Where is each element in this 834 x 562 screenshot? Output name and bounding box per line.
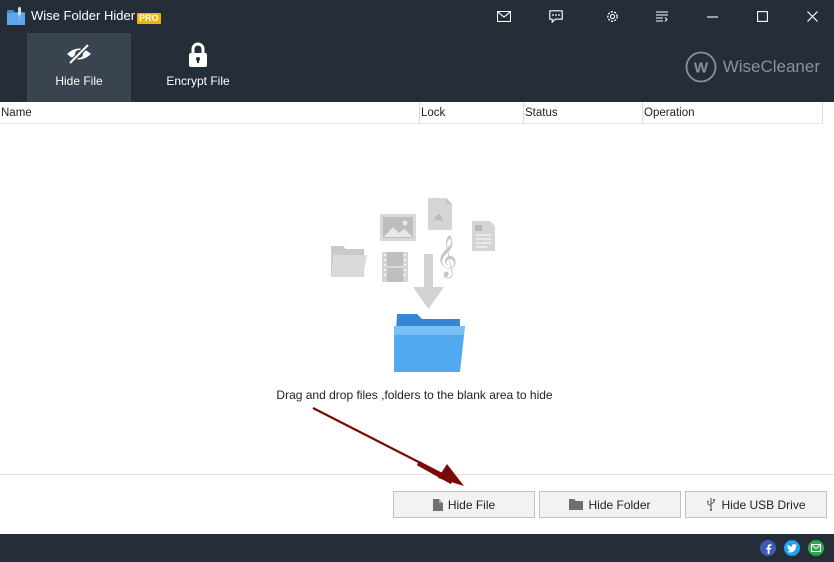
mail-button[interactable] bbox=[486, 0, 522, 33]
pdf-icon bbox=[428, 198, 452, 230]
brand-name: WiseCleaner bbox=[722, 57, 820, 76]
footer-bar bbox=[0, 534, 834, 562]
brand-logo: W WiseCleaner bbox=[685, 51, 820, 83]
svg-text:𝄞: 𝄞 bbox=[436, 235, 457, 278]
film-icon bbox=[382, 252, 408, 282]
facebook-icon[interactable] bbox=[760, 540, 776, 556]
brand-logo-letter: W bbox=[694, 60, 709, 77]
email-icon[interactable] bbox=[808, 540, 824, 556]
column-status[interactable]: Status bbox=[524, 102, 643, 124]
folder-small-icon bbox=[569, 499, 584, 510]
app-logo-icon bbox=[5, 5, 27, 27]
music-note-icon: 𝄞 bbox=[436, 235, 457, 278]
minimize-icon bbox=[706, 16, 718, 18]
column-name[interactable]: Name bbox=[0, 102, 420, 124]
mail-icon bbox=[497, 11, 511, 22]
app-title: Wise Folder Hider bbox=[31, 8, 136, 23]
pro-badge: PRO bbox=[137, 13, 161, 24]
document-icon bbox=[472, 221, 495, 251]
tab-encrypt-file-label: Encrypt File bbox=[166, 74, 230, 88]
wisecleaner-logo-icon: W bbox=[685, 51, 717, 83]
header-scroll-corner bbox=[822, 102, 834, 124]
drop-area[interactable]: 𝄞 Drag and drop files ,folders to the bl… bbox=[0, 124, 834, 474]
eye-slash-icon bbox=[67, 43, 91, 65]
settings-button[interactable] bbox=[594, 0, 630, 33]
file-icon bbox=[432, 498, 443, 511]
settings-icon bbox=[606, 11, 618, 22]
drop-illustration: 𝄞 bbox=[331, 198, 495, 372]
feedback-icon bbox=[549, 10, 563, 23]
maximize-icon bbox=[756, 11, 768, 22]
lock-icon bbox=[189, 42, 207, 67]
tab-hide-file-label: Hide File bbox=[55, 74, 103, 88]
tab-encrypt-file[interactable]: Encrypt File bbox=[146, 33, 250, 102]
hide-file-button-label: Hide File bbox=[447, 497, 496, 512]
image-icon bbox=[380, 214, 416, 241]
hide-folder-button[interactable]: Hide Folder bbox=[539, 491, 681, 518]
hide-file-button[interactable]: Hide File bbox=[393, 491, 535, 518]
hide-usb-drive-button[interactable]: Hide USB Drive bbox=[685, 491, 827, 518]
hide-usb-drive-button-label: Hide USB Drive bbox=[721, 497, 806, 512]
close-icon bbox=[806, 11, 818, 22]
tab-hide-file[interactable]: Hide File bbox=[27, 33, 131, 102]
usb-icon bbox=[706, 498, 716, 511]
drop-hint-text: Drag and drop files ,folders to the blan… bbox=[276, 388, 553, 402]
blue-folder-icon bbox=[394, 314, 465, 372]
twitter-icon[interactable] bbox=[784, 540, 800, 556]
action-bar: Hide File Hide Folder Hide USB Drive bbox=[0, 474, 834, 534]
main-toolbar: Hide File Encrypt File W WiseCleaner bbox=[0, 33, 834, 102]
title-bar: Wise Folder Hider PRO bbox=[0, 0, 834, 33]
file-list-header: Name Lock Status Operation bbox=[0, 102, 822, 124]
hide-folder-button-label: Hide Folder bbox=[588, 497, 651, 512]
column-lock[interactable]: Lock bbox=[420, 102, 524, 124]
minimize-button[interactable] bbox=[694, 0, 730, 33]
column-operation[interactable]: Operation bbox=[643, 102, 822, 124]
close-button[interactable] bbox=[794, 0, 830, 33]
feedback-button[interactable] bbox=[538, 0, 574, 33]
maximize-button[interactable] bbox=[744, 0, 780, 33]
menu-icon bbox=[656, 11, 668, 22]
menu-button[interactable] bbox=[644, 0, 680, 33]
folder-icon bbox=[331, 246, 367, 277]
